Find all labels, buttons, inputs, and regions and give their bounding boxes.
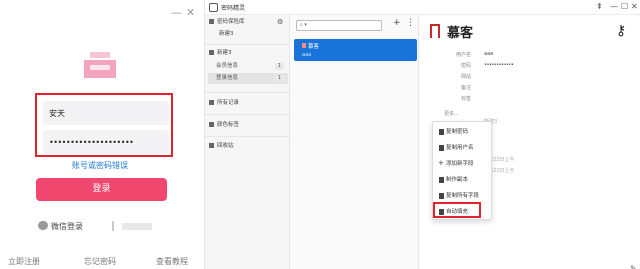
- divider: [205, 114, 290, 115]
- sidebar-item-label: 新建3: [217, 50, 232, 56]
- search-dropdown: ▾: [304, 22, 307, 28]
- autofill-highlight: [433, 202, 481, 218]
- count-badge: 1: [275, 75, 284, 82]
- count-badge: 1: [275, 63, 284, 70]
- sidebar-item-all-records[interactable]: 所有记录: [205, 97, 290, 109]
- divider: [205, 44, 290, 45]
- menu-item-copy-all[interactable]: 复制所有字段: [435, 189, 491, 203]
- sidebar-item-label: 登录信息: [216, 75, 239, 81]
- trash-icon: [209, 142, 214, 148]
- sidebar-item-label: 回收站: [217, 143, 234, 149]
- folder-icon: [209, 49, 214, 55]
- divider: [205, 92, 290, 93]
- password-value[interactable]: ••••••••••••: [484, 62, 514, 68]
- username-field[interactable]: 安天: [43, 101, 169, 125]
- wechat-login-button[interactable]: 微信登录: [38, 221, 83, 232]
- sidebar-item-login-info[interactable]: 登录信息 1: [208, 73, 288, 84]
- key-icon: ⚷: [616, 23, 627, 39]
- gear-icon[interactable]: ⚙: [277, 18, 283, 26]
- sidebar: 密码保险库 ⚙ 新建3 新建3 会员信息 1 登录信息 1 所有记录 颜色标签 …: [205, 15, 290, 269]
- plus-icon: +: [438, 159, 444, 167]
- maximize-button[interactable]: ☐: [621, 2, 628, 11]
- key-icon: [302, 43, 306, 48]
- menu-item-copy-password[interactable]: 复制密码: [435, 125, 491, 139]
- copy-icon: [439, 145, 444, 151]
- menu-item-label: 复制所有字段: [446, 193, 480, 199]
- page-title: 慕客: [447, 26, 474, 41]
- edit-icon[interactable]: ✎: [630, 264, 637, 269]
- bookmark-icon[interactable]: [430, 24, 440, 42]
- menu-item-label: 制作副本: [446, 177, 469, 183]
- tag-icon: [209, 121, 214, 127]
- divider: [112, 221, 114, 231]
- menu-item-copy-username[interactable]: 复制用户名: [435, 141, 491, 155]
- more-menu-button[interactable]: ⋮: [406, 18, 415, 28]
- list-item[interactable]: 慕客 aaa: [294, 39, 417, 61]
- copy-icon: [439, 193, 444, 199]
- minimize-button[interactable]: —: [610, 2, 618, 11]
- sidebar-item-new[interactable]: 新建3: [205, 28, 290, 40]
- titlebar: 密码精灵 ⇞ — ☐ ✕: [205, 0, 640, 15]
- entry-title: 慕客: [308, 44, 320, 50]
- field-label: 用户名: [455, 52, 471, 58]
- username-value[interactable]: aaa: [484, 51, 493, 57]
- add-button[interactable]: +: [393, 18, 401, 28]
- password-field[interactable]: ••••••••••••••••••••: [43, 130, 169, 154]
- password-app-window: 密码精灵 ⇞ — ☐ ✕ 密码保险库 ⚙ 新建3 新建3 会员信息 1 登录信息…: [205, 0, 640, 269]
- app-logo-icon: [209, 3, 218, 12]
- sidebar-item-label: 新建3: [219, 31, 234, 37]
- wechat-login-label: 微信登录: [51, 222, 83, 231]
- entry-subtitle: aaa: [302, 52, 312, 58]
- sidebar-item-label: 颜色标签: [217, 122, 240, 128]
- minimize-button[interactable]: —: [171, 6, 182, 19]
- credentials-highlight: 安天 ••••••••••••••••••••: [35, 93, 173, 157]
- avatar: [82, 52, 118, 82]
- wechat-icon: [38, 221, 48, 230]
- close-button[interactable]: ✕: [631, 2, 638, 11]
- sidebar-item-color-tags[interactable]: 颜色标签: [205, 119, 290, 131]
- vault-icon: [209, 18, 214, 24]
- sidebar-item-label: 会员信息: [216, 63, 239, 69]
- sidebar-item-group[interactable]: 新建3: [205, 47, 290, 59]
- field-label: 标签: [460, 96, 471, 102]
- search-icon: ⌕: [300, 22, 303, 28]
- entry-list: ⌕ ▾ + ⋮ 慕客 aaa: [291, 15, 419, 269]
- more-link[interactable]: 更多...: [444, 110, 459, 117]
- divider: [205, 136, 290, 137]
- login-button[interactable]: 登录: [36, 178, 167, 201]
- error-link[interactable]: 账号或密码错误: [72, 160, 128, 171]
- pin-icon[interactable]: ⇞: [596, 2, 603, 11]
- field-label: 备注: [460, 85, 471, 91]
- sidebar-item-label: 密码保险库: [217, 19, 245, 25]
- menu-item-add-field[interactable]: + 添加新字段: [435, 157, 491, 171]
- copy-icon: [439, 177, 444, 183]
- blurred-option[interactable]: [122, 223, 152, 230]
- list-icon: [209, 99, 214, 105]
- search-input[interactable]: ⌕ ▾: [296, 20, 382, 31]
- menu-item-duplicate[interactable]: 制作副本: [435, 173, 491, 187]
- sidebar-item-member[interactable]: 会员信息 1: [208, 61, 288, 72]
- menu-item-label: 复制用户名: [446, 145, 474, 151]
- sidebar-item-label: 所有记录: [217, 100, 240, 106]
- sidebar-item-recycle-bin[interactable]: 回收站: [205, 140, 290, 152]
- forgot-password-link[interactable]: 忘记密码: [84, 256, 116, 267]
- field-label: 网站: [460, 74, 471, 80]
- field-label: 密码: [460, 63, 471, 69]
- tutorial-link[interactable]: 查看教程: [156, 256, 188, 267]
- login-panel: — ✕ 安天 •••••••••••••••••••• 账号或密码错误 登录 微…: [0, 0, 205, 269]
- menu-item-label: 复制密码: [446, 129, 469, 135]
- menu-item-label: 添加新字段: [446, 161, 474, 167]
- close-button[interactable]: ✕: [186, 6, 195, 19]
- app-title: 密码精灵: [221, 5, 246, 12]
- copy-icon: [439, 129, 444, 135]
- register-link[interactable]: 立即注册: [8, 256, 40, 267]
